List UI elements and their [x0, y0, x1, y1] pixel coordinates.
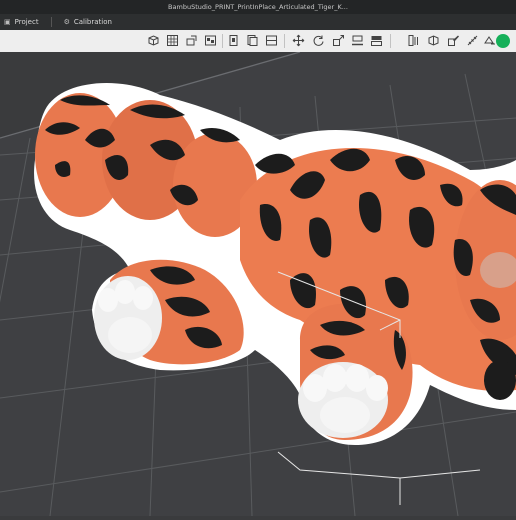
split-icon[interactable]: [264, 33, 279, 48]
tab-project-label: Project: [14, 18, 39, 26]
tab-calibration-label: Calibration: [73, 18, 112, 26]
toolbar-divider: [390, 34, 391, 48]
orient-icon[interactable]: [184, 33, 199, 48]
toolbar-divider: [284, 34, 285, 48]
3d-viewport[interactable]: [0, 51, 516, 517]
gear-icon: ⚙: [63, 18, 70, 26]
tab-separator: [50, 17, 52, 27]
measure-icon[interactable]: [465, 33, 480, 48]
tab-calibration[interactable]: ⚙ Calibration: [56, 14, 120, 30]
move-icon[interactable]: [291, 33, 306, 48]
add-object-icon[interactable]: [146, 33, 161, 48]
window-title: BambuStudio_PRINT_PrintInPlace_Articulat…: [168, 3, 348, 11]
status-indicator[interactable]: [496, 34, 510, 48]
cube-icon: ▣: [4, 18, 11, 26]
lay-flat-icon[interactable]: [350, 33, 365, 48]
tab-project[interactable]: ▣ Project: [0, 14, 47, 30]
toolbar-divider: [222, 34, 223, 48]
cut-icon[interactable]: [369, 33, 384, 48]
color-paint-icon[interactable]: [446, 33, 461, 48]
rotate-icon[interactable]: [311, 33, 326, 48]
build-plate-scene[interactable]: [0, 51, 516, 517]
plate-icon[interactable]: [226, 33, 241, 48]
main-toolbar: [0, 30, 516, 53]
assembly-icon[interactable]: [482, 33, 497, 48]
top-tab-bar: ▣ Project ⚙ Calibration: [0, 14, 516, 30]
grid-icon[interactable]: [165, 33, 180, 48]
window-title-bar: BambuStudio_PRINT_PrintInPlace_Articulat…: [0, 0, 516, 14]
plate-copy-icon[interactable]: [245, 33, 260, 48]
arrange-icon[interactable]: [203, 33, 218, 48]
support-paint-icon[interactable]: [406, 33, 421, 48]
scale-icon[interactable]: [331, 33, 346, 48]
seam-paint-icon[interactable]: [426, 33, 441, 48]
